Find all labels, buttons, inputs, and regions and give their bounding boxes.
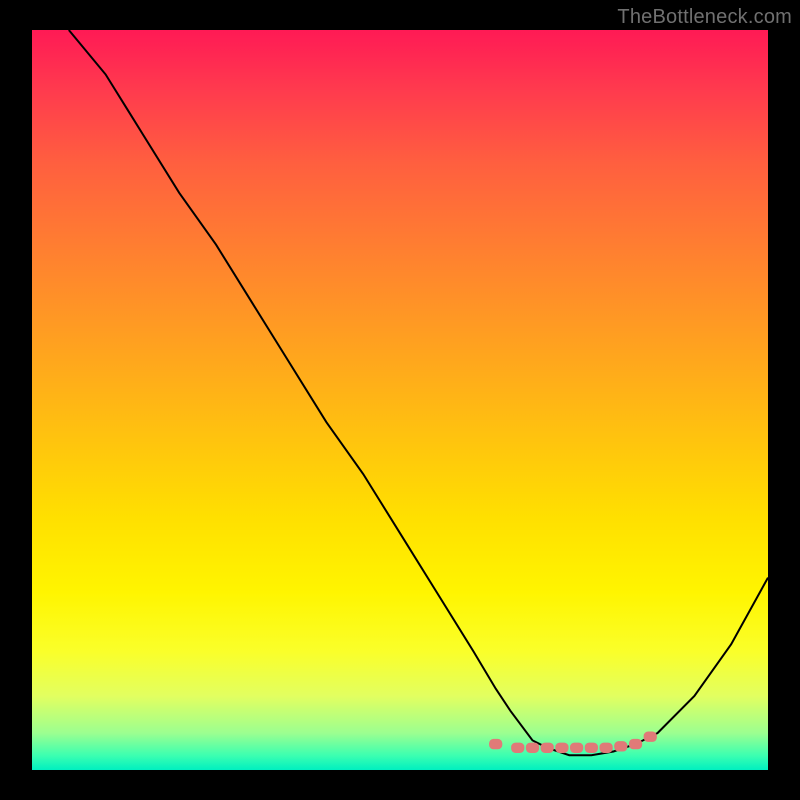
marker-dot — [629, 739, 642, 749]
marker-dot — [599, 743, 612, 753]
marker-dot — [526, 743, 539, 753]
marker-dot — [511, 743, 524, 753]
highlight-markers — [489, 732, 657, 753]
curve-svg — [32, 30, 768, 770]
marker-dot — [585, 743, 598, 753]
marker-dot — [644, 732, 657, 742]
chart-container: TheBottleneck.com — [0, 0, 800, 800]
watermark-text: TheBottleneck.com — [617, 6, 792, 29]
plot-area — [32, 30, 768, 770]
marker-dot — [555, 743, 568, 753]
marker-dot — [614, 741, 627, 751]
marker-dot — [489, 739, 502, 749]
marker-dot — [570, 743, 583, 753]
main-curve — [69, 30, 768, 755]
marker-dot — [541, 743, 554, 753]
